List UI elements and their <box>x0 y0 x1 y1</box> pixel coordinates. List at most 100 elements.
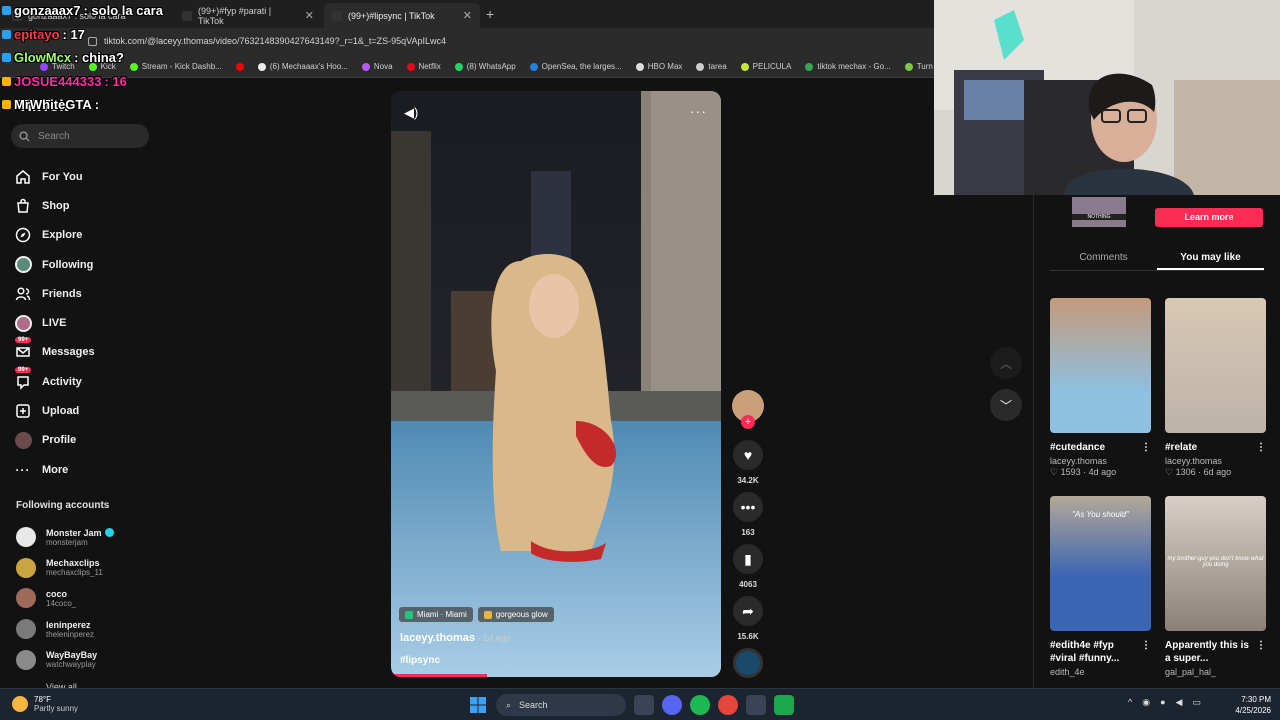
card-more-icon[interactable]: ⋮ <box>1256 441 1266 454</box>
tab-you-may-like[interactable]: You may like <box>1157 245 1264 270</box>
bookmark-turn[interactable]: Turn You <box>904 62 934 71</box>
video-card[interactable]: #cutedance ⋮ laceyy.thomas ♡ 1593 · 4d ag… <box>1050 298 1151 478</box>
video-player[interactable]: ◀) ··· Miami · Miami gorgeous glow lacey… <box>391 91 721 677</box>
weather-widget[interactable]: 78°F Partly sunny <box>12 695 78 713</box>
mic-icon[interactable]: ● <box>1160 697 1165 708</box>
network-icon[interactable]: ◉ <box>1142 697 1150 708</box>
sidebar-item-more[interactable]: ··· More <box>14 455 95 484</box>
bookmark-kick-dashboard[interactable]: Stream - Kick Dashb... <box>129 62 222 71</box>
following-account[interactable]: coco 14coco_ <box>16 583 156 614</box>
sidebar-item-upload[interactable]: Upload <box>14 396 95 425</box>
chrome-icon[interactable] <box>718 695 738 715</box>
chat-badge-icon <box>2 6 11 15</box>
video-author[interactable]: laceyy.thomas · 1d ago <box>400 632 511 644</box>
battery-icon[interactable]: ▭ <box>1192 697 1201 708</box>
sidebar-item-following[interactable]: Following <box>14 250 95 279</box>
video-thumbnail[interactable] <box>1050 298 1151 433</box>
location-tag[interactable]: Miami · Miami <box>399 607 473 622</box>
panel-tabs: Comments You may like <box>1050 245 1264 271</box>
next-video-button[interactable]: ﹀ <box>990 389 1022 421</box>
bookmark-nova[interactable]: Nova <box>361 62 393 71</box>
bookmark-whatsapp[interactable]: (8) WhatsApp <box>454 62 516 71</box>
chat-badge-icon <box>2 53 11 62</box>
chat-message: MrWhiteGTA: <box>2 97 99 112</box>
bookmark-hbo[interactable]: HBO Max <box>635 62 682 71</box>
bookmark-pelicula[interactable]: PELICULA <box>740 62 791 71</box>
music-disc-icon[interactable] <box>733 648 763 678</box>
video-progress-bar[interactable] <box>391 674 487 677</box>
taskbar-clock[interactable]: 7:30 PM 4/25/2026 <box>1225 694 1271 716</box>
video-tags: Miami · Miami gorgeous glow <box>399 607 554 622</box>
save-button[interactable]: ▮ 4063 <box>731 544 765 589</box>
video-card[interactable]: my brother-guy you don't know what you d… <box>1165 496 1266 677</box>
previous-video-button[interactable]: ︿ <box>990 347 1022 379</box>
video-frame <box>391 91 721 677</box>
following-account[interactable]: leninperez theleninperez <box>16 614 156 645</box>
kick-app-icon[interactable] <box>774 695 794 715</box>
video-caption[interactable]: #lipsync <box>400 655 440 666</box>
spotify-icon[interactable] <box>690 695 710 715</box>
following-account[interactable]: WayBayBay watchwayplay <box>16 644 156 675</box>
video-thumbnail[interactable] <box>1165 298 1266 433</box>
windows-start-icon[interactable] <box>468 695 488 715</box>
sidebar-item-explore[interactable]: Explore <box>14 221 95 250</box>
sidebar-item-messages[interactable]: 99+ Messages <box>14 337 95 367</box>
task-view-icon[interactable] <box>634 695 654 715</box>
video-card[interactable]: #relate ⋮ laceyy.thomas ♡ 1306 · 6d ago <box>1165 298 1266 478</box>
verified-icon <box>104 528 114 538</box>
bookmark-drive[interactable]: tiktok mechax - Go... <box>805 62 891 71</box>
comment-count: 163 <box>741 528 755 537</box>
more-options-icon[interactable]: ··· <box>690 103 707 119</box>
discord-icon[interactable] <box>662 695 682 715</box>
card-more-icon[interactable]: ⋮ <box>1256 639 1266 665</box>
video-card[interactable]: "As You should" #edith4e #fyp #viral #fu… <box>1050 496 1151 677</box>
streamer-webcam <box>934 0 1280 195</box>
comment-button[interactable]: ••• 163 <box>731 492 765 537</box>
share-icon: ➦ <box>733 596 763 626</box>
card-more-icon[interactable]: ⋮ <box>1141 639 1151 665</box>
sidebar-item-friends[interactable]: Friends <box>14 279 95 308</box>
windows-taskbar: 78°F Partly sunny ⌕ Search ^ ◉ ● ◀ ▭ 7:30 … <box>0 688 1280 720</box>
webcam-image <box>934 0 1280 195</box>
sidebar-item-shop[interactable]: Shop <box>14 191 95 220</box>
like-button[interactable]: ♥ 34.2K <box>731 440 765 485</box>
address-bar[interactable]: tiktok.com/@laceyy.thomas/video/76321483… <box>0 28 934 56</box>
search-input[interactable]: Search <box>11 124 149 148</box>
following-account[interactable]: Monster Jam monsterjam <box>16 522 156 553</box>
following-account[interactable]: Mechaxclips mechaxclips_11 <box>16 553 156 584</box>
taskbar-search[interactable]: ⌕ Search <box>496 694 626 716</box>
settings-icon[interactable] <box>746 695 766 715</box>
bookmark-youtube[interactable] <box>235 62 244 71</box>
home-icon <box>14 168 32 186</box>
more-icon: ··· <box>15 462 31 477</box>
volume-icon[interactable]: ◀) <box>404 105 418 121</box>
bookmark-tarea[interactable]: tarea <box>696 62 727 71</box>
url-text[interactable]: tiktok.com/@laceyy.thomas/video/76321483… <box>104 36 446 46</box>
browser-tab-2[interactable]: (99+)#fyp #parati | TikTok ✕ <box>174 3 322 28</box>
video-thumbnail[interactable]: "As You should" <box>1050 496 1151 631</box>
share-button[interactable]: ➦ 15.6K <box>731 596 765 641</box>
card-more-icon[interactable]: ⋮ <box>1141 441 1151 454</box>
close-tab-icon[interactable]: ✕ <box>305 9 314 22</box>
site-info-icon[interactable] <box>88 37 97 46</box>
chevron-up-icon[interactable]: ^ <box>1128 697 1132 708</box>
sidebar-item-activity[interactable]: 99+ Activity <box>14 366 95 396</box>
video-thumbnail[interactable]: my brother-guy you don't know what you d… <box>1165 496 1266 631</box>
bookmark-netflix[interactable]: Netflix <box>406 62 441 71</box>
tab-comments[interactable]: Comments <box>1050 245 1157 270</box>
effect-tag[interactable]: gorgeous glow <box>477 607 554 622</box>
whatsapp-icon <box>454 62 463 71</box>
sidebar-item-profile[interactable]: Profile <box>14 426 95 455</box>
bookmark-x[interactable]: (6) Mechaaax's Hoo... <box>257 62 348 71</box>
bookmark-opensea[interactable]: OpenSea, the larges... <box>529 62 622 71</box>
tiktok-favicon-icon <box>182 10 192 21</box>
close-tab-icon[interactable]: ✕ <box>463 9 472 22</box>
speaker-icon[interactable]: ◀ <box>1176 697 1183 708</box>
sidebar-item-for-you[interactable]: For You <box>14 162 95 191</box>
sidebar-item-live[interactable]: LIVE <box>14 308 95 337</box>
ad-thumbnail[interactable]: NOTHING <box>1072 197 1126 227</box>
browser-tab-3[interactable]: (99+)#lipsync | TikTok ✕ <box>324 3 480 28</box>
learn-more-button[interactable]: Learn more <box>1155 208 1263 227</box>
follow-plus-icon[interactable]: + <box>741 415 755 429</box>
new-tab-button[interactable]: + <box>486 6 494 22</box>
